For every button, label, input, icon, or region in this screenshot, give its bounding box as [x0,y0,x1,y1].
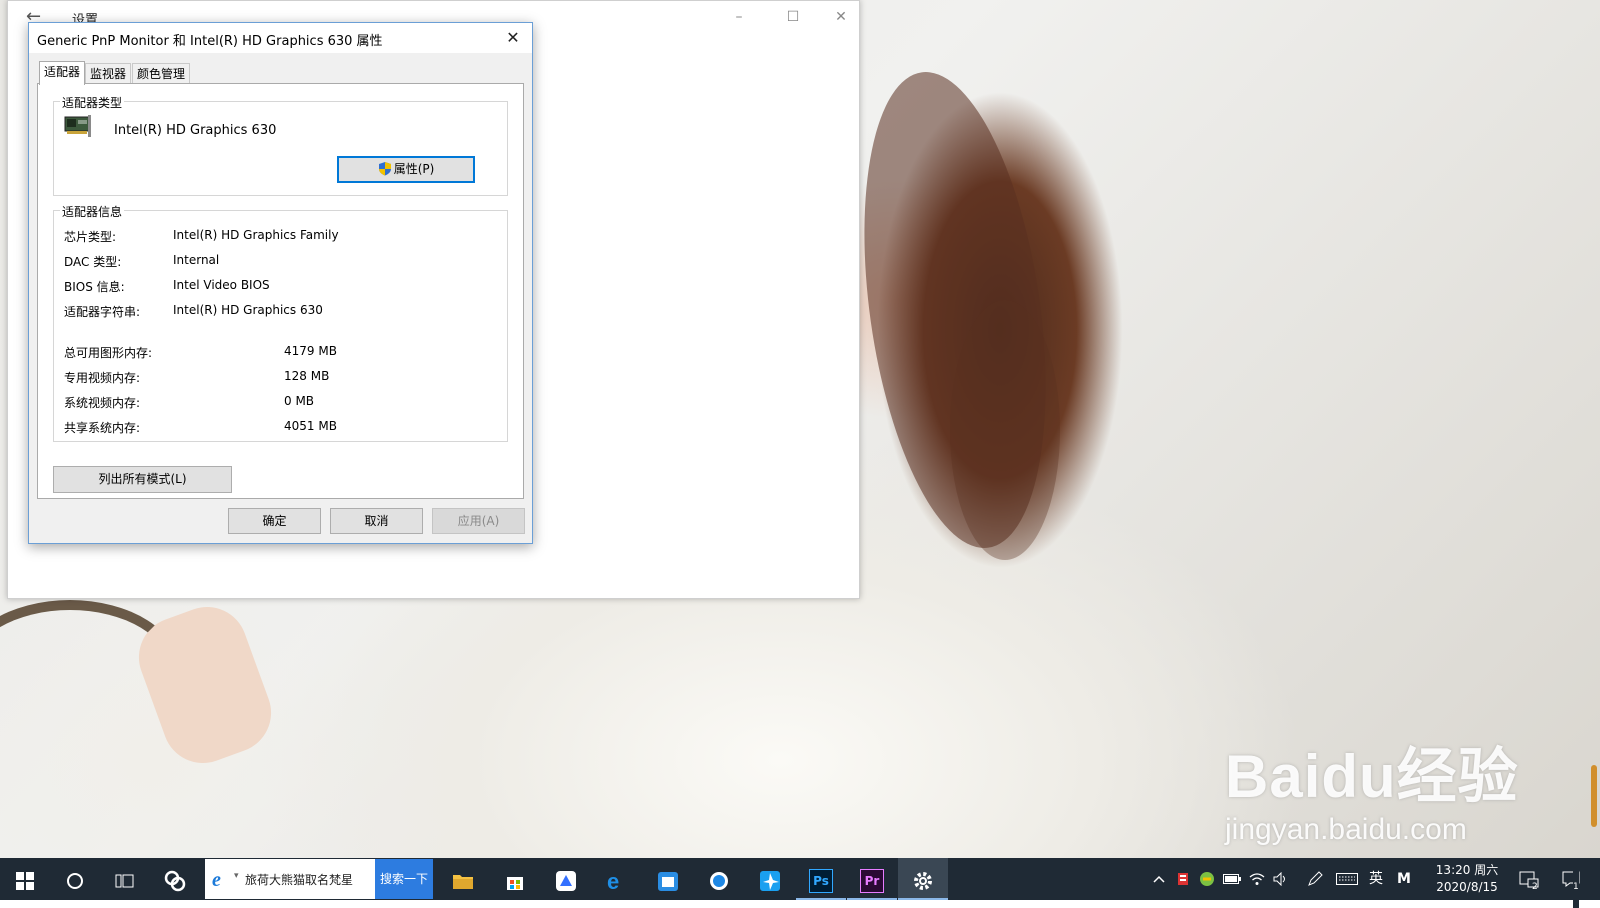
tray-360-icon[interactable] [1196,858,1218,900]
dialog-close-icon[interactable]: ✕ [502,27,524,49]
photoshop-label: Ps [809,868,833,893]
dac-type-value: Internal [173,253,220,267]
start-button[interactable] [0,858,50,900]
total-memory-label: 总可用图形内存: [64,346,153,360]
feishu-icon[interactable] [541,858,591,900]
svg-text:e: e [212,869,221,890]
wallpaper-hair-shadow [950,300,1060,560]
action-center-icon[interactable]: 1 [1557,858,1585,908]
properties-button[interactable]: 属性(P) [337,156,475,183]
dac-type-label: DAC 类型: [64,255,122,269]
total-memory-value: 4179 MB [284,344,337,358]
adapter-type-legend: 适配器类型 [60,94,125,111]
taskbar: e ▾ 旅荷大熊猫取名梵星 搜索一下 e Ps Pr 英 M 13:20 周六 … [0,858,1600,908]
edge-scroll-indicator [1591,765,1597,827]
file-explorer-icon[interactable] [438,858,488,900]
taskbar-search-box[interactable]: e ▾ 旅荷大熊猫取名梵星 [205,859,375,899]
photoshop-icon[interactable]: Ps [796,858,846,900]
windows-logo-icon [16,871,34,890]
wifi-icon[interactable] [1246,858,1268,900]
premiere-icon[interactable]: Pr [847,858,897,900]
task-view-icon[interactable] [100,858,150,900]
cancel-button[interactable]: 取消 [330,508,423,534]
ok-button[interactable]: 确定 [228,508,321,534]
wallpaper-tube [0,600,180,740]
adapter-string-value: Intel(R) HD Graphics 630 [173,303,323,317]
adapter-tab-panel: 适配器类型 Intel(R) HD Graphics 630 属性(P) 适配器… [37,83,524,499]
ie-icon: e [212,869,221,890]
uac-shield-icon [378,162,391,176]
search-button[interactable]: 搜索一下 [375,859,433,899]
svg-text:e: e [607,870,619,892]
properties-button-label: 属性(P) [393,162,435,176]
watermark-brand: Baidu经验 [1225,743,1519,810]
pen-workspace-icon[interactable] [1303,858,1327,900]
dialog-title: Generic PnP Monitor 和 Intel(R) HD Graphi… [37,34,383,49]
tray-message-icon[interactable]: 2 [1515,858,1543,900]
shared-memory-label: 共享系统内存: [64,421,141,435]
notification-count-badge: 1 [1573,866,1579,908]
clock-time: 13:20 周六 [1435,863,1499,877]
clock-date: 2020/8/15 [1436,880,1498,894]
premiere-label: Pr [860,868,884,893]
chip-type-label: 芯片类型: [64,230,117,244]
chip-type-value: Intel(R) HD Graphics Family [173,228,339,242]
dedicated-memory-label: 专用视频内存: [64,371,141,385]
flight-app-icon[interactable] [745,858,795,900]
settings-gear-icon[interactable] [898,858,948,900]
list-all-modes-button[interactable]: 列出所有模式(L) [53,466,232,493]
ime-language-indicator[interactable]: 英 [1365,858,1387,900]
display-properties-dialog: Generic PnP Monitor 和 Intel(R) HD Graphi… [28,22,533,544]
close-button[interactable]: ✕ [819,5,863,29]
tab-monitor[interactable]: 监视器 [85,63,132,84]
store-icon[interactable] [490,858,540,900]
taskbar-clock[interactable]: 13:20 周六 2020/8/15 [1425,862,1509,896]
shared-memory-value: 4051 MB [284,419,337,433]
tray-message-badge: 2 [1532,882,1538,892]
minimize-button[interactable]: – [717,5,761,29]
cortana-icon[interactable] [50,858,100,900]
volume-icon[interactable] [1270,858,1292,900]
adapter-string-label: 适配器字符串: [64,305,141,319]
adapter-info-legend: 适配器信息 [60,203,125,220]
apply-button[interactable]: 应用(A) [432,508,525,534]
search-dropdown-icon: ▾ [234,871,239,881]
qq-browser-icon[interactable] [694,858,744,900]
tray-overflow-chevron-icon[interactable] [1148,858,1170,900]
adapter-name: Intel(R) HD Graphics 630 [114,123,277,138]
watermark-url: jingyan.baidu.com [1225,813,1467,846]
system-video-memory-value: 0 MB [284,394,315,408]
bios-info-value: Intel Video BIOS [173,278,270,292]
tab-adapter[interactable]: 适配器 [39,61,86,85]
bios-info-label: BIOS 信息: [64,280,125,294]
system-video-memory-label: 系统视频内存: [64,396,141,410]
baidu-watermark: Baidu经验 jingyan.baidu.com [1225,728,1525,858]
calendar-app-icon[interactable] [643,858,693,900]
maximize-button[interactable]: ☐ [771,5,815,29]
touch-keyboard-icon[interactable] [1333,858,1361,900]
dialog-titlebar: Generic PnP Monitor 和 Intel(R) HD Graphi… [29,23,532,53]
dedicated-memory-value: 128 MB [284,369,330,383]
baidu-netdisk-icon[interactable] [150,858,200,900]
ime-mode-indicator[interactable]: M [1393,858,1415,900]
adapter-type-group: 适配器类型 Intel(R) HD Graphics 630 属性(P) [53,94,508,196]
battery-icon[interactable] [1220,858,1244,900]
tab-color-management[interactable]: 颜色管理 [132,63,191,84]
search-text: 旅荷大熊猫取名梵星 [245,873,354,887]
graphics-card-icon [64,115,91,137]
edge-icon[interactable]: e [592,858,642,900]
adapter-info-group: 适配器信息 芯片类型: Intel(R) HD Graphics Family … [53,203,508,442]
tray-app-icon[interactable] [1172,858,1194,900]
